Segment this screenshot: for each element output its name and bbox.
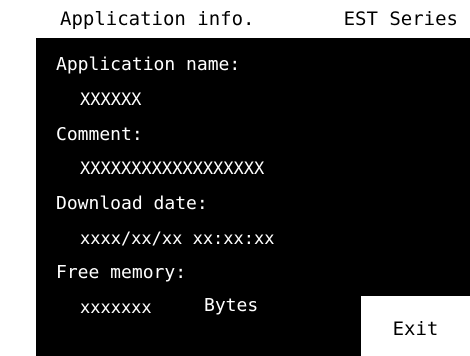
series-label: EST Series [343,8,458,30]
free-memory-value: xxxxxxx [80,298,152,318]
info-panel: Application name: XXXXXX Comment: XXXXXX… [36,38,470,356]
download-date-label: Download date: [56,193,208,214]
comment-value: XXXXXXXXXXXXXXXXXX [80,159,265,179]
exit-button[interactable]: Exit [361,296,470,356]
exit-button-label: Exit [392,318,439,340]
comment-label: Comment: [56,124,143,145]
download-date-value: xxxx/xx/xx xx:xx:xx [80,229,275,249]
screen-title: Application info. [60,8,255,30]
title-bar: Application info. EST Series [0,0,470,38]
free-memory-unit: Bytes [204,295,259,316]
free-memory-label: Free memory: [56,262,187,283]
application-name-label: Application name: [56,54,241,75]
application-name-value: XXXXXX [80,90,142,110]
application-info-screen: Application info. EST Series Application… [0,0,470,356]
